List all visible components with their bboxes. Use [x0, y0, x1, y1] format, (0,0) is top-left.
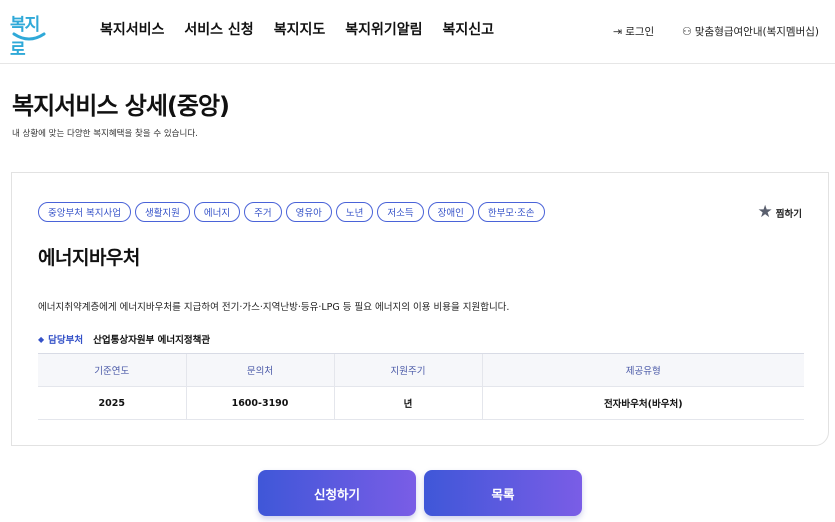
tag-item[interactable]: 한부모·조손 — [477, 202, 545, 222]
favorite-label: 찜하기 — [775, 208, 802, 220]
table-cell-year: 2025 — [38, 386, 186, 420]
logo-smile-icon — [12, 32, 46, 41]
tag-item[interactable]: 에너지 — [193, 202, 241, 222]
table-cell-cycle: 년 — [333, 386, 482, 420]
table-cell-contact: 1600-3190 — [185, 386, 334, 420]
star-icon: ★ — [757, 202, 773, 222]
department-label: 담당부처 — [48, 335, 84, 346]
table-header-row: 기준연도 문의처 지원주기 제공유형 — [38, 353, 804, 387]
favorite-button[interactable]: ★ 찜하기 — [758, 204, 802, 221]
service-info-table: 기준연도 문의처 지원주기 제공유형 2025 1600-3190 년 전자바우… — [38, 353, 804, 420]
login-label: 로그인 — [625, 26, 655, 38]
site-header: 복지로 복지서비스 서비스 신청 복지지도 복지위기알림 복지신고 ⇥ 로그인 … — [0, 0, 835, 64]
login-icon: ⇥ — [613, 25, 623, 38]
nav-service-apply[interactable]: 서비스 신청 — [184, 19, 253, 39]
membership-label: 맞춤형급여안내(복지멤버십) — [694, 26, 819, 38]
table-header-contact: 문의처 — [185, 353, 334, 387]
service-name: 에너지바우처 — [38, 247, 140, 269]
tag-item[interactable]: 주거 — [244, 202, 282, 222]
tag-item[interactable]: 생활지원 — [134, 202, 190, 222]
tag-item[interactable]: 중앙부처 복지사업 — [38, 202, 131, 222]
service-description: 에너지취약계층에게 에너지바우처를 지급하여 전기·가스·지역난방·등유·LPG… — [38, 302, 510, 313]
table-header-cycle: 지원주기 — [333, 353, 482, 387]
tag-list: 중앙부처 복지사업 생활지원 에너지 주거 영유아 노년 저소득 장애인 한부모… — [38, 202, 549, 222]
nav-welfare-report[interactable]: 복지신고 — [443, 19, 495, 39]
main-nav: 복지서비스 서비스 신청 복지지도 복지위기알림 복지신고 — [100, 19, 514, 39]
page-title: 복지서비스 상세(중앙) — [12, 92, 230, 120]
table-header-type: 제공유형 — [481, 353, 804, 387]
nav-welfare-service[interactable]: 복지서비스 — [100, 19, 164, 39]
bullet-icon: ◆ — [38, 334, 45, 344]
department-row: ◆ 담당부처 산업통상자원부 에너지정책관 — [38, 332, 211, 347]
list-button[interactable]: 목록 — [424, 470, 582, 516]
tag-item[interactable]: 저소득 — [377, 202, 424, 222]
apply-button[interactable]: 신청하기 — [258, 470, 416, 516]
site-logo[interactable]: 복지로 — [10, 8, 50, 60]
tag-item[interactable]: 영유아 — [285, 202, 332, 222]
table-cell-type: 전자바우처(바우처) — [481, 386, 804, 420]
nav-welfare-alert[interactable]: 복지위기알림 — [345, 19, 422, 39]
login-link[interactable]: ⇥ 로그인 — [613, 24, 654, 39]
table-row: 2025 1600-3190 년 전자바우처(바우처) — [38, 386, 804, 420]
table-header-year: 기준연도 — [38, 353, 186, 387]
tag-item[interactable]: 장애인 — [427, 202, 474, 222]
page-subtitle: 내 상황에 맞는 다양한 복지혜택을 찾을 수 있습니다. — [12, 129, 198, 139]
user-icon: ⚇ — [682, 25, 692, 38]
tag-item[interactable]: 노년 — [335, 202, 374, 222]
service-detail-card: 중앙부처 복지사업 생활지원 에너지 주거 영유아 노년 저소득 장애인 한부모… — [11, 172, 829, 446]
department-value: 산업통상자원부 에너지정책관 — [93, 335, 211, 346]
membership-link[interactable]: ⚇ 맞춤형급여안내(복지멤버십) — [682, 24, 819, 39]
nav-welfare-map[interactable]: 복지지도 — [274, 19, 326, 39]
